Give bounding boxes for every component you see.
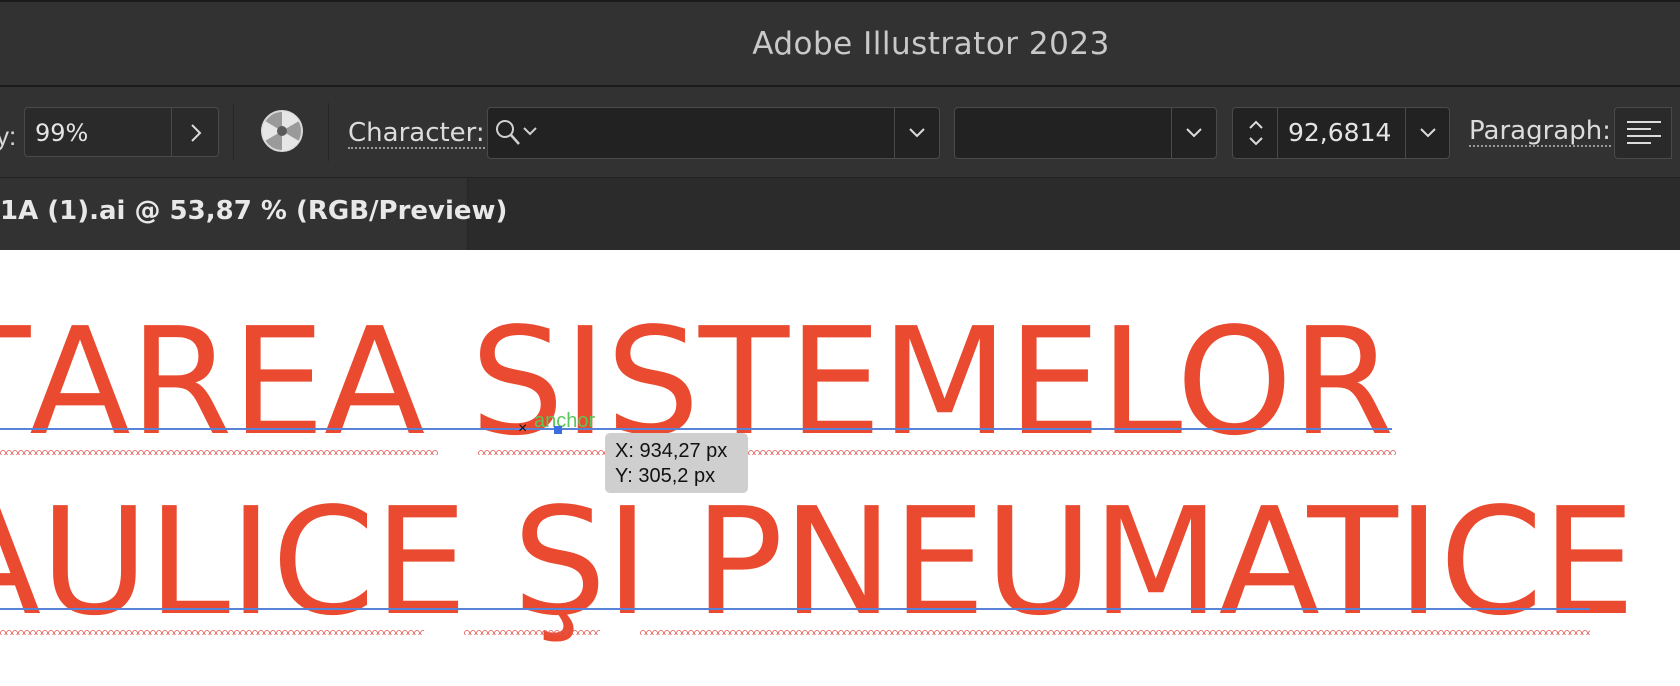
dropdown-separator — [1405, 108, 1406, 158]
dropdown-separator — [894, 108, 895, 158]
smart-guide-anchor-label: anchor — [534, 410, 596, 432]
tooltip-x: X: 934,27 px — [615, 440, 728, 462]
stepper-separator — [1277, 108, 1278, 158]
document-tab[interactable]: 1A (1).ai @ 53,87 % (RGB/Preview) — [0, 178, 507, 250]
font-style-dropdown[interactable] — [954, 107, 1217, 159]
title-bar: Adobe Illustrator 2023 — [0, 0, 1680, 87]
chevron-down-icon[interactable] — [902, 118, 932, 148]
spellcheck-underline — [640, 630, 1590, 635]
divider — [328, 103, 329, 161]
tooltip-y: Y: 305,2 px — [615, 465, 716, 487]
opacity-separator — [171, 108, 172, 156]
app-title: Adobe Illustrator 2023 — [752, 26, 1110, 62]
text-baseline-1 — [0, 428, 1392, 430]
anchor-point[interactable] — [554, 426, 562, 434]
font-size-field[interactable]: 92,6814 — [1232, 107, 1450, 159]
control-bar: y: 99% Character: 92,6814 Paragraph: — [0, 87, 1680, 178]
spellcheck-underline — [0, 450, 438, 455]
cursor-x-icon: × — [518, 420, 528, 437]
chevron-down-icon[interactable] — [1413, 118, 1443, 148]
font-family-dropdown[interactable] — [487, 107, 940, 159]
align-left-button[interactable] — [1614, 107, 1672, 159]
artboard-canvas[interactable]: ŢAREA SISTEMELOR AULICE ŞI PNEUMATICE × … — [0, 250, 1680, 686]
spellcheck-underline — [464, 630, 600, 635]
opacity-field[interactable]: 99% — [24, 107, 219, 157]
stepper-icon[interactable] — [1241, 118, 1271, 148]
opacity-value[interactable]: 99% — [35, 119, 88, 147]
chevron-down-icon[interactable] — [1179, 118, 1209, 148]
search-icon[interactable] — [494, 118, 544, 148]
document-tab-label: 1A (1).ai @ 53,87 % (RGB/Preview) — [0, 196, 508, 226]
character-panel-link[interactable]: Character: — [348, 119, 485, 149]
opacity-label: y: — [0, 121, 17, 151]
chevron-right-icon[interactable] — [181, 118, 211, 148]
document-tab-bar: 1A (1).ai @ 53,87 % (RGB/Preview) — [0, 178, 1680, 250]
spellcheck-underline — [0, 630, 424, 635]
align-left-icon — [1627, 121, 1661, 144]
paragraph-panel-link[interactable]: Paragraph: — [1469, 117, 1611, 147]
dropdown-separator — [1171, 108, 1172, 158]
coordinates-tooltip: X: 934,27 px Y: 305,2 px — [605, 433, 748, 493]
font-size-value[interactable]: 92,6814 — [1288, 118, 1391, 147]
headline-line-2[interactable]: AULICE ŞI PNEUMATICE — [0, 488, 1635, 636]
divider — [233, 103, 234, 161]
recolor-artwork-icon[interactable] — [258, 107, 306, 155]
text-baseline-2 — [0, 608, 1590, 610]
